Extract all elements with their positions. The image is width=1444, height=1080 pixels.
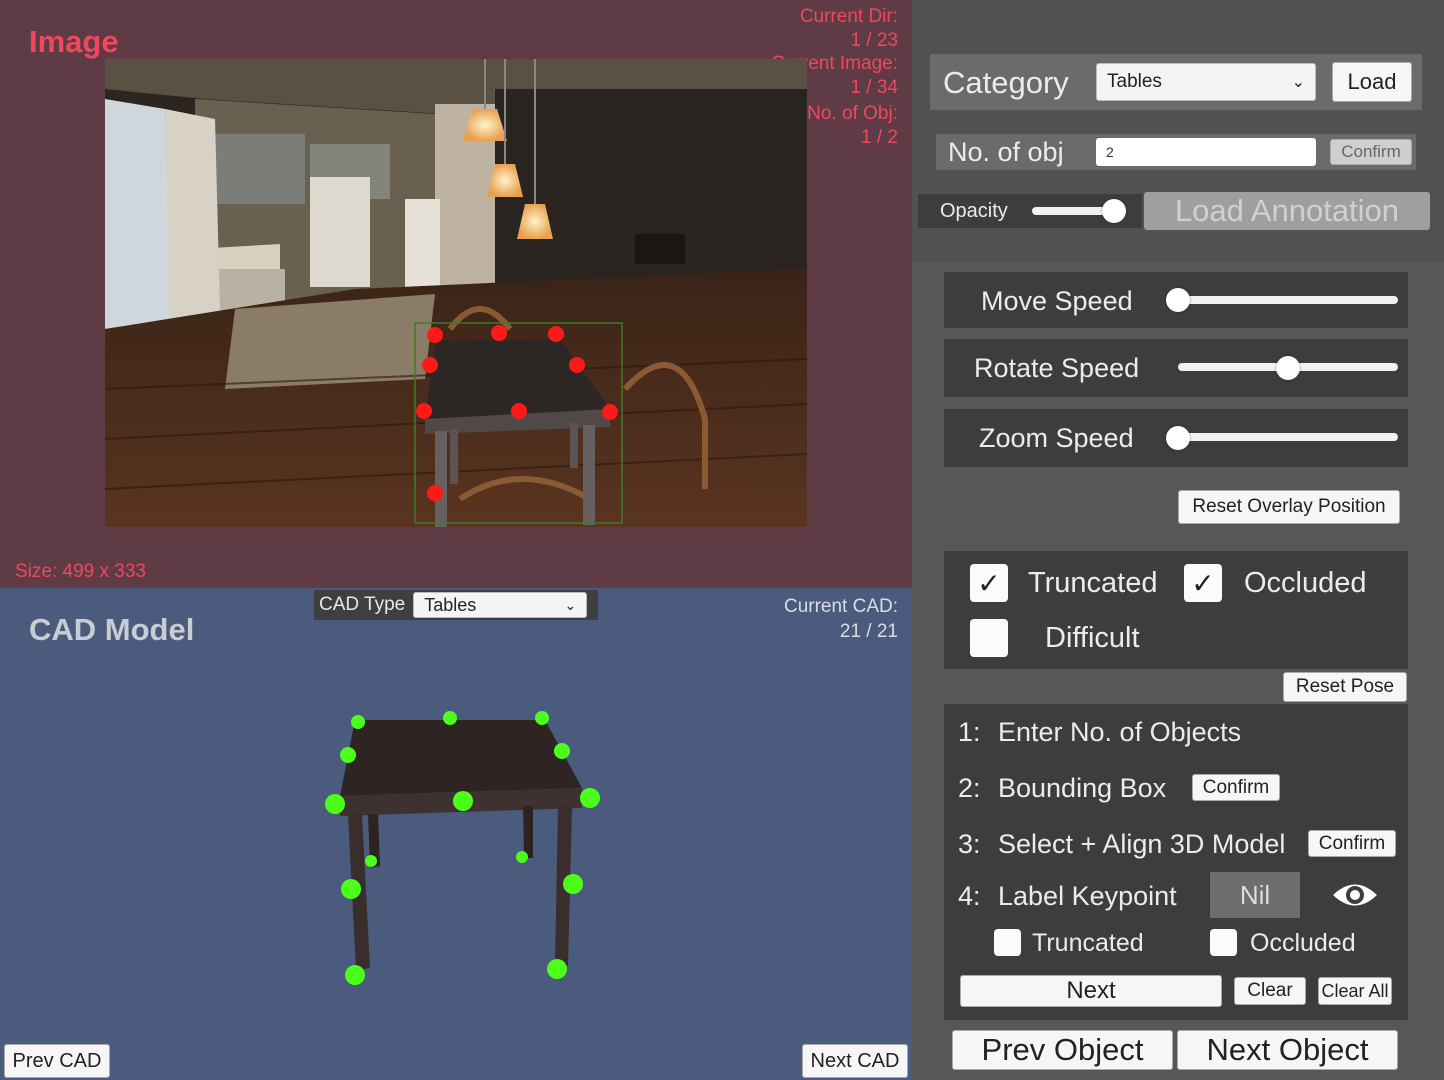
eye-icon[interactable] bbox=[1330, 878, 1380, 912]
opacity-label: Opacity bbox=[940, 200, 1008, 222]
cad-type-select[interactable]: Tables ⌄ bbox=[413, 592, 588, 618]
chevron-down-icon: ⌄ bbox=[1291, 74, 1305, 91]
step4-number: 4: bbox=[958, 881, 981, 911]
move-speed-slider-handle[interactable] bbox=[1166, 288, 1190, 312]
current-cad-info: Current CAD: 21 / 21 bbox=[698, 594, 898, 644]
chevron-down-icon: ⌄ bbox=[564, 596, 577, 613]
step3-number: 3: bbox=[958, 829, 981, 859]
bounding-box-confirm-button[interactable]: Confirm bbox=[1192, 774, 1280, 801]
image-panel: Image Current Dir: 1 / 23 Current Image:… bbox=[0, 0, 912, 588]
difficult-label: Difficult bbox=[1045, 622, 1140, 654]
keypoint-selector[interactable]: Nil bbox=[1210, 872, 1300, 918]
zoom-speed-row: Zoom Speed bbox=[944, 409, 1408, 467]
truncated-checkbox[interactable]: ✓ bbox=[970, 564, 1008, 602]
annotation-image[interactable] bbox=[105, 59, 807, 527]
category-value: Tables bbox=[1107, 71, 1162, 92]
occluded-label: Occluded bbox=[1244, 567, 1367, 599]
occluded-checkbox[interactable]: ✓ bbox=[1184, 564, 1222, 602]
load-button[interactable]: Load bbox=[1332, 62, 1412, 102]
current-cad-label: Current CAD: bbox=[783, 596, 898, 617]
next-object-button[interactable]: Next Object bbox=[1177, 1030, 1398, 1070]
reset-pose-button[interactable]: Reset Pose bbox=[1283, 672, 1407, 702]
zoom-speed-slider-handle[interactable] bbox=[1166, 426, 1190, 450]
align-model-confirm-button[interactable]: Confirm bbox=[1308, 830, 1396, 857]
current-cad-value: 21 / 21 bbox=[839, 621, 898, 642]
cad-panel: CAD Model CAD Type Tables ⌄ Current CAD:… bbox=[0, 588, 912, 1080]
zoom-speed-slider-track[interactable] bbox=[1178, 433, 1398, 441]
category-label: Category bbox=[943, 65, 1069, 100]
num-obj-confirm-button[interactable]: Confirm bbox=[1330, 139, 1412, 165]
category-select[interactable]: Tables ⌄ bbox=[1096, 63, 1316, 101]
next-cad-button[interactable]: Next CAD bbox=[802, 1044, 908, 1078]
step3-label: Select + Align 3D Model bbox=[998, 829, 1286, 859]
num-obj-input-label: No. of obj bbox=[948, 137, 1064, 167]
clear-button[interactable]: Clear bbox=[1234, 977, 1306, 1005]
category-row: Category Tables ⌄ Load bbox=[930, 54, 1422, 110]
opacity-row: Opacity bbox=[918, 194, 1142, 228]
cad-type-label: CAD Type bbox=[319, 594, 406, 615]
current-dir-label: Current Dir: bbox=[799, 6, 898, 27]
step1-number: 1: bbox=[958, 717, 981, 747]
opacity-slider-handle[interactable] bbox=[1101, 199, 1126, 223]
num-obj-row: No. of obj 2 Confirm bbox=[936, 134, 1416, 170]
truncated-label: Truncated bbox=[1028, 567, 1158, 599]
image-panel-title: Image bbox=[29, 24, 119, 59]
move-speed-row: Move Speed bbox=[944, 272, 1408, 328]
cad-3d-viewport[interactable] bbox=[300, 698, 630, 998]
room-photo bbox=[105, 59, 807, 527]
difficult-checkbox[interactable]: ✓ bbox=[970, 619, 1008, 657]
move-speed-slider-track[interactable] bbox=[1178, 296, 1398, 304]
next-keypoint-button[interactable]: Next bbox=[960, 975, 1222, 1007]
rotate-speed-slider-handle[interactable] bbox=[1276, 356, 1300, 380]
prev-object-button[interactable]: Prev Object bbox=[952, 1030, 1173, 1070]
cad-type-value: Tables bbox=[424, 594, 477, 615]
steps-box: 1: Enter No. of Objects 2: Bounding Box … bbox=[944, 704, 1408, 1020]
control-panel: Category Tables ⌄ Load No. of obj 2 Conf… bbox=[912, 0, 1444, 1080]
keypoint-truncated-label: Truncated bbox=[1032, 929, 1144, 957]
keypoint-occluded-label: Occluded bbox=[1250, 929, 1356, 957]
cad-panel-title: CAD Model bbox=[29, 612, 195, 647]
check-icon: ✓ bbox=[1191, 567, 1215, 599]
prev-cad-button[interactable]: Prev CAD bbox=[4, 1044, 110, 1078]
step2-number: 2: bbox=[958, 773, 981, 803]
current-dir-value: 1 / 23 bbox=[850, 30, 898, 51]
zoom-speed-label: Zoom Speed bbox=[979, 423, 1134, 453]
move-speed-label: Move Speed bbox=[981, 286, 1133, 316]
load-annotation-button[interactable]: Load Annotation bbox=[1144, 192, 1430, 230]
flags-box: ✓ Truncated ✓ Occluded ✓ Difficult bbox=[944, 551, 1408, 669]
cad-type-group: CAD Type Tables ⌄ bbox=[314, 590, 598, 620]
reset-overlay-position-button[interactable]: Reset Overlay Position bbox=[1178, 490, 1400, 524]
keypoint-truncated-checkbox[interactable] bbox=[994, 929, 1021, 956]
num-obj-input[interactable]: 2 bbox=[1096, 138, 1316, 166]
rotate-speed-label: Rotate Speed bbox=[974, 353, 1140, 383]
clear-all-button[interactable]: Clear All bbox=[1318, 977, 1392, 1005]
keypoint-occluded-checkbox[interactable] bbox=[1210, 929, 1237, 956]
step2-label: Bounding Box bbox=[998, 773, 1167, 803]
step4-label: Label Keypoint bbox=[998, 881, 1177, 911]
image-size-label: Size: 499 x 333 bbox=[15, 561, 146, 582]
step1-label: Enter No. of Objects bbox=[998, 717, 1242, 747]
check-icon: ✓ bbox=[977, 567, 1001, 599]
rotate-speed-row: Rotate Speed bbox=[944, 339, 1408, 397]
